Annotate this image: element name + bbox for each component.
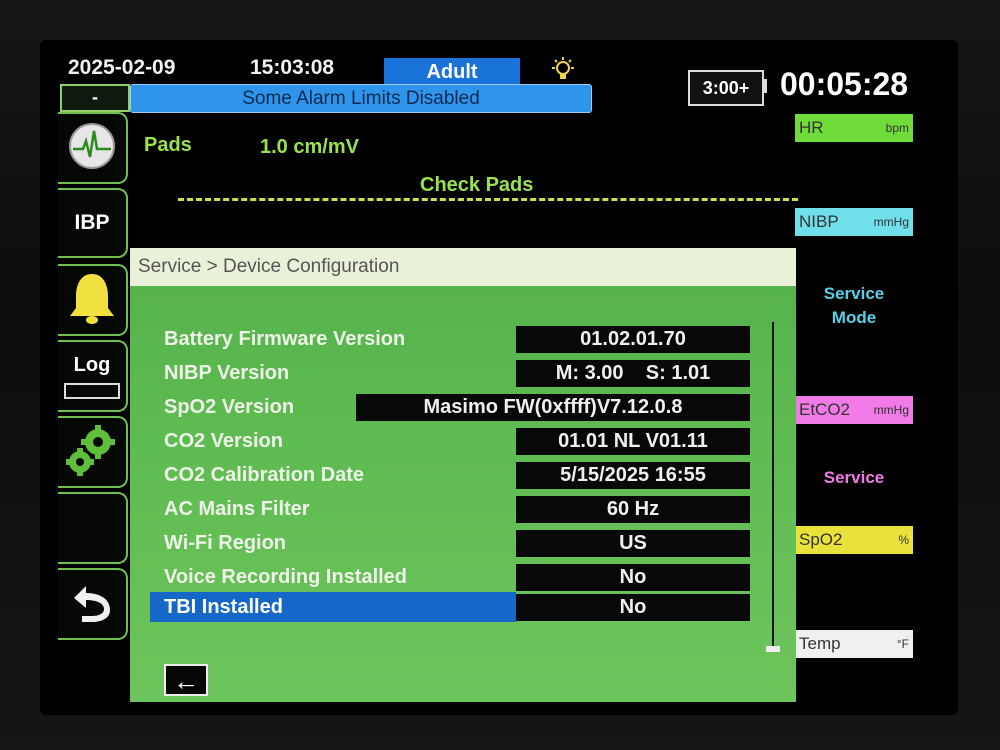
ibp-label: IBP	[74, 211, 110, 234]
spo2-unit: %	[898, 533, 909, 547]
row-value: US	[516, 530, 750, 557]
log-box-icon	[64, 382, 120, 399]
nibp-parameter[interactable]: NIBP mmHg	[795, 208, 913, 236]
ecg-lead-label: Pads	[144, 134, 192, 156]
check-pads-message: Check Pads	[420, 174, 534, 196]
spo2-parameter[interactable]: SpO2 %	[795, 526, 913, 554]
service-mode-line2: Mode	[831, 308, 877, 327]
scrollbar-thumb[interactable]	[766, 646, 780, 652]
log-button[interactable]: Log	[58, 340, 128, 412]
hr-parameter[interactable]: HR bpm	[795, 114, 913, 142]
battery-indicator: 3:00+	[688, 70, 764, 106]
row-value: 60 Hz	[516, 496, 750, 523]
ecg-flat-trace	[178, 198, 798, 201]
row-label: NIBP Version	[164, 362, 290, 384]
dialog-scrollbar[interactable]	[772, 322, 774, 650]
heart-waveform-icon	[67, 121, 117, 176]
spo2-label: SpO2	[799, 530, 843, 549]
service-mode-line1: Service	[823, 284, 885, 303]
gears-icon	[64, 422, 120, 483]
return-arrow-icon	[66, 580, 118, 629]
row-label-selected[interactable]: TBI Installed	[164, 596, 283, 619]
bell-icon	[66, 270, 118, 331]
etco2-unit: mmHg	[873, 403, 909, 417]
blank-softkey[interactable]	[58, 492, 128, 564]
row-value: 5/15/2025 16:55	[516, 462, 750, 489]
time-display: 15:03:08	[250, 56, 335, 79]
minus-button[interactable]: -	[60, 84, 130, 112]
left-arrow-icon: ←	[173, 666, 199, 696]
back-button[interactable]: ←	[164, 664, 208, 696]
row-label: CO2 Calibration Date	[164, 464, 365, 486]
temp-parameter[interactable]: Temp °F	[795, 630, 913, 658]
service-mode-indicator: Service Mode	[795, 282, 913, 330]
row-label: CO2 Version	[164, 430, 283, 452]
row-label: Wi-Fi Region	[164, 532, 287, 554]
row-value: M: 3.00 S: 1.01	[516, 360, 750, 387]
service-indicator: Service	[823, 468, 885, 487]
temp-label: Temp	[799, 634, 841, 653]
row-label: AC Mains Filter	[164, 498, 310, 520]
return-button[interactable]	[58, 568, 128, 640]
row-label: Voice Recording Installed	[164, 566, 408, 588]
dialog-title: Service > Device Configuration	[130, 248, 796, 286]
nibp-unit: mmHg	[873, 215, 909, 229]
row-value: 01.02.01.70	[516, 326, 750, 353]
alarm-bell-button[interactable]	[58, 264, 128, 336]
elapsed-timer: 00:05:28	[780, 66, 909, 102]
device-configuration-dialog: Service > Device Configuration Battery F…	[130, 248, 796, 702]
ecg-gain-label: 1.0 cm/mV	[260, 136, 359, 158]
ibp-button[interactable]: IBP	[58, 188, 128, 258]
row-value: 01.01 NL V01.11	[516, 428, 750, 455]
heart-waveform-button[interactable]	[58, 112, 128, 184]
row-value: No	[516, 564, 750, 591]
monitor-screen: 2025-02-09 15:03:08 Adult - Some Alarm L…	[40, 40, 958, 715]
row-value-selected[interactable]: No	[516, 594, 750, 621]
hr-unit: bpm	[885, 121, 909, 135]
log-label: Log	[73, 353, 111, 376]
row-label: SpO2 Version	[164, 396, 295, 418]
hr-label: HR	[799, 118, 824, 137]
date-display: 2025-02-09	[68, 56, 176, 79]
etco2-parameter[interactable]: EtCO2 mmHg	[795, 396, 913, 424]
nibp-label: NIBP	[799, 212, 839, 231]
patient-mode-button[interactable]: Adult	[384, 58, 520, 86]
row-label: Battery Firmware Version	[164, 328, 406, 350]
alarm-status-bar: Some Alarm Limits Disabled	[130, 84, 592, 113]
lightbulb-icon	[550, 56, 576, 84]
etco2-label: EtCO2	[799, 400, 851, 419]
settings-button[interactable]	[58, 416, 128, 488]
temp-unit: °F	[896, 637, 909, 651]
row-value: Masimo FW(0xffff)V7.12.0.8	[356, 394, 750, 421]
battery-terminal-icon	[762, 79, 767, 93]
